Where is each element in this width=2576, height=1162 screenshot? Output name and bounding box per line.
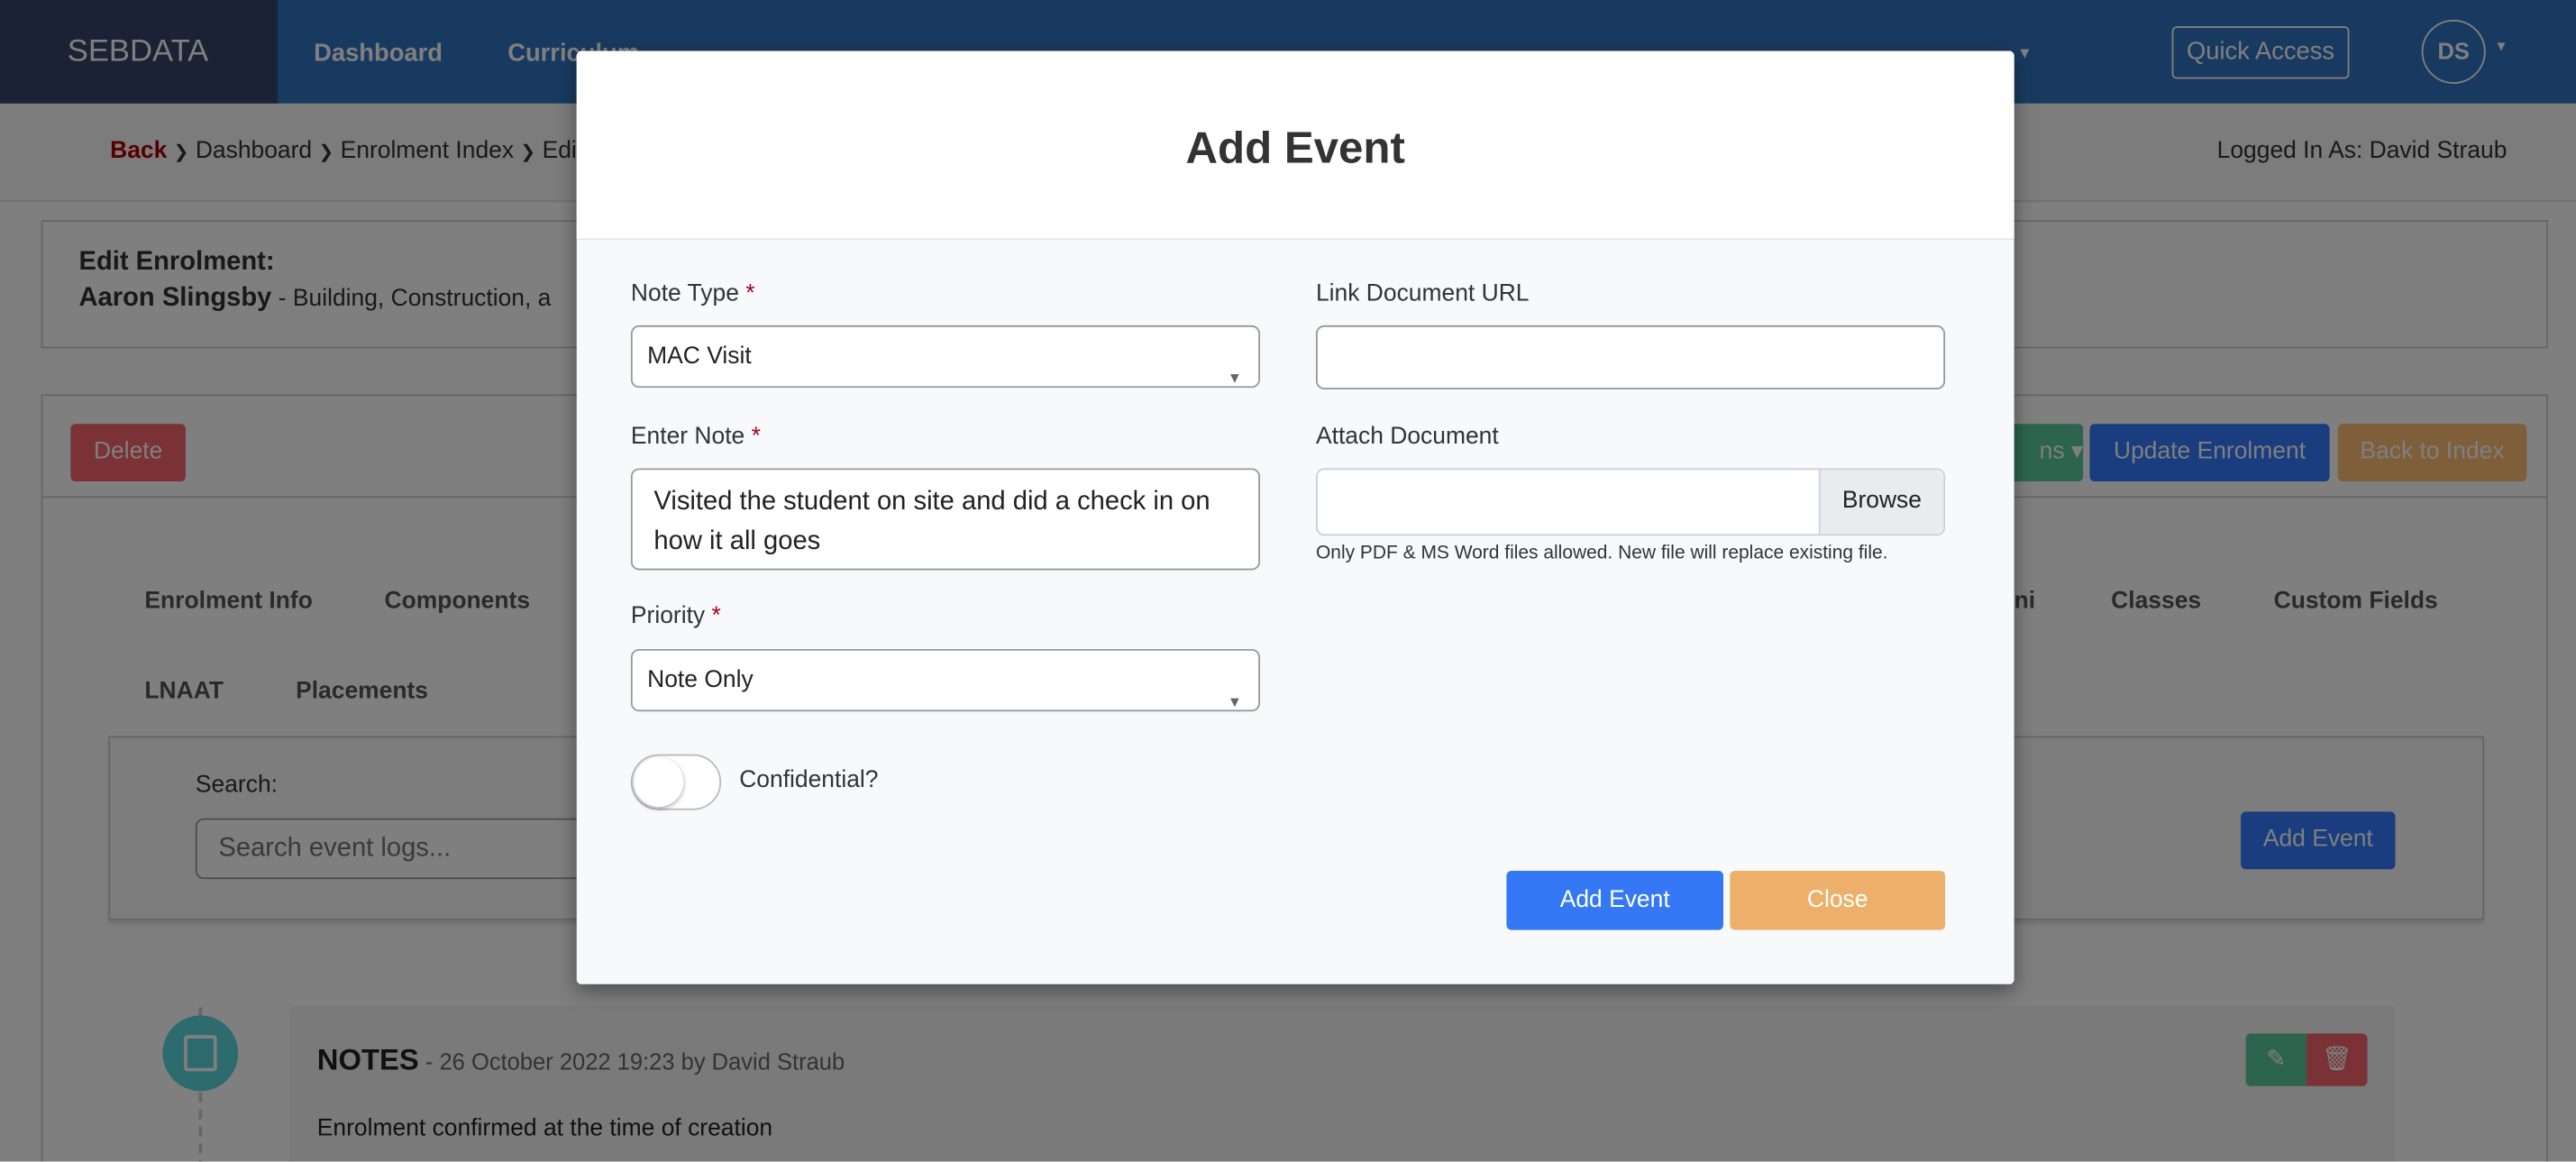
priority-label: Priority * (630, 602, 721, 630)
browse-button[interactable]: Browse (1818, 470, 1944, 535)
modal-header: Add Event (576, 50, 2014, 241)
confidential-toggle[interactable] (630, 754, 722, 810)
attach-document-input[interactable]: Browse (1315, 468, 1946, 536)
enter-note-label: Enter Note * (630, 424, 761, 451)
close-button[interactable]: Close (1730, 871, 1946, 930)
attach-document-label: Attach Document (1315, 424, 1499, 451)
note-type-value: MAC Visit (647, 343, 752, 371)
chevron-down-icon: ▼ (1227, 370, 1242, 387)
attach-help-text: Only PDF & MS Word files allowed. New fi… (1315, 544, 1888, 564)
priority-select[interactable]: Note Only ▼ (630, 648, 1261, 712)
link-document-input[interactable] (1315, 325, 1946, 389)
chevron-down-icon: ▼ (1227, 693, 1242, 710)
toggle-knob (634, 757, 684, 807)
confidential-label: Confidential? (739, 767, 879, 794)
link-document-label: Link Document URL (1315, 280, 1530, 307)
add-event-modal: Add Event Note Type * MAC Visit ▼ Link Do… (576, 50, 2014, 984)
submit-add-event-button[interactable]: Add Event (1506, 871, 1724, 930)
note-type-select[interactable]: MAC Visit ▼ (630, 325, 1261, 389)
page: SEBDATA Dashboard Curriculum ▾ Quick Acc… (0, 0, 2576, 1162)
note-textarea[interactable]: Visited the student on site and did a ch… (630, 468, 1261, 571)
modal-title: Add Event (1185, 123, 1405, 173)
priority-value: Note Only (647, 667, 754, 694)
note-type-label: Note Type * (630, 280, 755, 307)
